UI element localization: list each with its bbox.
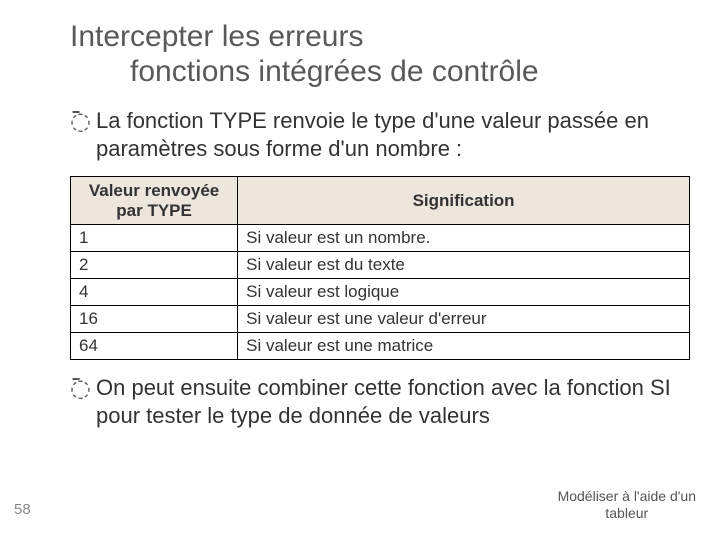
bullet-item: ߫ On peut ensuite combiner cette fonctio… (70, 374, 690, 429)
header-text: par TYPE (116, 201, 192, 220)
table-row: 64 Si valeur est une matrice (71, 333, 690, 360)
cell-signification: Si valeur est un nombre. (238, 225, 690, 252)
cell-signification: Si valeur est une valeur d'erreur (238, 306, 690, 333)
bullet-list-2: ߫ On peut ensuite combiner cette fonctio… (70, 374, 690, 429)
table-row: 4 Si valeur est logique (71, 279, 690, 306)
cell-value: 2 (71, 252, 238, 279)
table-header-signification: Signification (238, 177, 690, 225)
table-header-row: Valeur renvoyée par TYPE Signification (71, 177, 690, 225)
table-row: 16 Si valeur est une valeur d'erreur (71, 306, 690, 333)
bullet-text: On peut ensuite combiner cette fonction … (96, 374, 690, 429)
footer-line: Modéliser à l'aide d'un (558, 488, 696, 504)
cell-value: 64 (71, 333, 238, 360)
footer-text: Modéliser à l'aide d'un tableur (558, 488, 696, 522)
page-number: 58 (14, 501, 31, 518)
cell-value: 4 (71, 279, 238, 306)
cell-signification: Si valeur est du texte (238, 252, 690, 279)
bullet-marker-icon: ߫ (70, 374, 91, 404)
footer-line: tableur (605, 505, 648, 521)
bullet-list-1: ߫ La fonction TYPE renvoie le type d'une… (70, 107, 690, 162)
cell-signification: Si valeur est une matrice (238, 333, 690, 360)
bullet-text: La fonction TYPE renvoie le type d'une v… (96, 107, 690, 162)
title-line2: fonctions intégrées de contrôle (70, 55, 690, 90)
cell-value: 16 (71, 306, 238, 333)
type-table: Valeur renvoyée par TYPE Signification 1… (70, 176, 690, 360)
bullet-marker-icon: ߫ (70, 107, 91, 137)
cell-signification: Si valeur est logique (238, 279, 690, 306)
slide-title: Intercepter les erreurs fonctions intégr… (70, 20, 690, 89)
header-text: Valeur renvoyée (89, 181, 219, 200)
bullet-item: ߫ La fonction TYPE renvoie le type d'une… (70, 107, 690, 162)
title-line1: Intercepter les erreurs (70, 20, 363, 53)
table-row: 1 Si valeur est un nombre. (71, 225, 690, 252)
table-row: 2 Si valeur est du texte (71, 252, 690, 279)
slide: Intercepter les erreurs fonctions intégr… (0, 0, 720, 540)
cell-value: 1 (71, 225, 238, 252)
table-header-value: Valeur renvoyée par TYPE (71, 177, 238, 225)
